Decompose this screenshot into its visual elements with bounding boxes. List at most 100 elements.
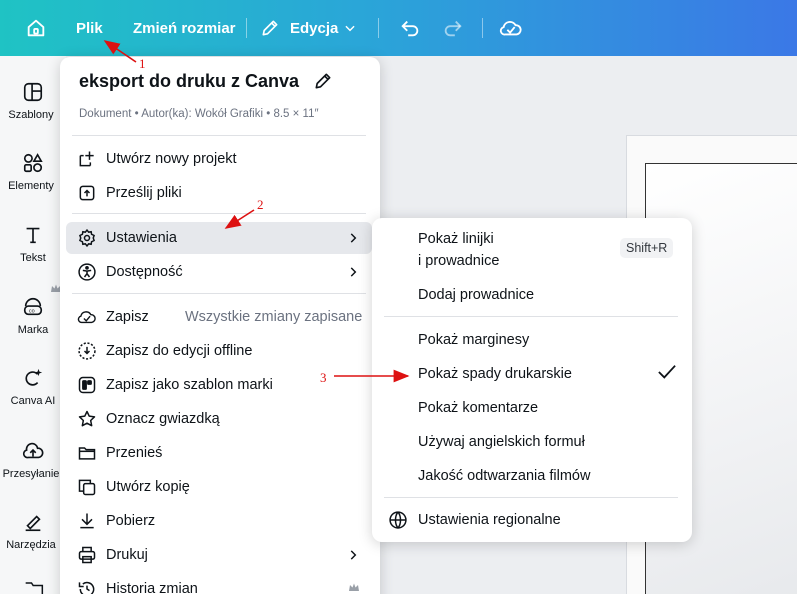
sidebar-item-label: Tekst (20, 252, 46, 264)
menu-item-upload-files[interactable]: Prześlij pliki (66, 177, 372, 209)
save-status: Wszystkie zmiany zapisane (185, 309, 363, 325)
menu-item-label: Utwórz kopię (106, 479, 190, 495)
file-menu: eksport do druku z Canva Dokument • Auto… (60, 57, 380, 594)
copy-icon (78, 479, 96, 496)
submenu-item-show-comments[interactable]: Pokaż komentarze (418, 400, 538, 416)
toolbar-divider (378, 18, 379, 38)
submenu-item-show-print-bleed[interactable]: Pokaż spady drukarskie (418, 366, 572, 382)
projects-icon[interactable] (24, 581, 44, 594)
menu-divider (72, 135, 366, 136)
pencil-icon[interactable] (313, 71, 333, 91)
menu-item-label: Historia zmian (106, 581, 198, 594)
offline-icon (78, 342, 96, 360)
submenu-item-label: Pokaż linijki (418, 231, 494, 247)
text-icon (26, 227, 40, 244)
left-sidebar: Szablony Elementy Tekst co Marka Canva A… (0, 56, 66, 594)
sidebar-item-elements[interactable]: Elementy (0, 152, 66, 192)
menu-item-label: Przenieś (106, 445, 163, 461)
menu-item-label: Zapisz (106, 309, 149, 325)
sidebar-item-canva-ai[interactable]: Canva AI (0, 367, 66, 407)
undo-icon[interactable] (399, 0, 421, 56)
submenu-item-show-margins[interactable]: Pokaż marginesy (418, 332, 529, 348)
menu-item-save-offline[interactable]: Zapisz do edycji offline (66, 335, 372, 367)
menu-item-label: Drukuj (106, 547, 148, 563)
new-project-icon (79, 151, 94, 167)
menu-divider (72, 213, 366, 214)
menu-item-label: Ustawienia (106, 230, 177, 246)
upload-files-icon (79, 185, 95, 201)
sidebar-item-label: Przesyłanie (2, 468, 60, 480)
tools-icon (25, 515, 41, 532)
accessibility-icon (78, 263, 96, 281)
resize-button[interactable]: Zmień rozmiar (133, 0, 236, 56)
submenu-item-english-formulas[interactable]: Używaj angielskich formuł (418, 434, 585, 450)
menu-item-label: Oznacz gwiazdką (106, 411, 220, 427)
settings-icon (78, 228, 96, 248)
chevron-down-icon[interactable] (343, 0, 357, 56)
download-icon (80, 513, 94, 529)
canva-ai-icon (25, 368, 43, 386)
menu-divider (384, 316, 678, 317)
menu-item-label: Dostępność (106, 264, 183, 280)
menu-item-history[interactable]: Historia zmian (66, 573, 372, 594)
menu-item-label: Zapisz do edycji offline (106, 343, 253, 359)
templates-icon (23, 82, 43, 102)
upload-icon (22, 442, 44, 459)
edit-mode-button[interactable]: Edycja (290, 0, 338, 56)
menu-divider (384, 497, 678, 498)
menu-item-star[interactable]: Oznacz gwiazdką (66, 403, 372, 435)
sidebar-item-brand[interactable]: co Marka (0, 296, 66, 336)
sidebar-item-upload[interactable]: Przesyłanie (0, 440, 66, 480)
keyboard-shortcut-badge: Shift+R (620, 238, 674, 258)
menu-item-label: Utwórz nowy projekt (106, 151, 237, 167)
file-menu-button[interactable]: Plik (76, 0, 103, 56)
home-icon[interactable] (25, 0, 47, 56)
submenu-item-video-quality[interactable]: Jakość odtwarzania filmów (418, 468, 590, 484)
menu-item-copy[interactable]: Utwórz kopię (66, 471, 372, 503)
menu-item-accessibility[interactable]: Dostępność (66, 256, 372, 288)
menu-item-label: Pobierz (106, 513, 156, 529)
sidebar-item-templates[interactable]: Szablony (0, 81, 66, 121)
settings-submenu: Pokaż linijki i prowadnice Shift+R Dodaj… (372, 218, 692, 542)
toolbar-divider (482, 18, 483, 38)
crown-icon (349, 583, 359, 591)
toolbar-divider (246, 18, 247, 38)
sidebar-item-label: Narzędzia (6, 539, 56, 551)
design-title[interactable]: eksport do druku z Canva (79, 71, 299, 92)
sidebar-item-tools[interactable]: Narzędzia (0, 511, 66, 551)
save-icon (77, 311, 96, 324)
menu-item-move[interactable]: Przenieś (66, 437, 372, 469)
menu-item-settings[interactable]: Ustawienia (66, 222, 372, 254)
chevron-right-icon (350, 233, 357, 243)
pencil-icon (260, 0, 280, 56)
checkmark-icon (658, 365, 676, 379)
submenu-item-show-rulers[interactable]: Pokaż linijki i prowadnice (418, 231, 499, 269)
brand-template-icon (78, 376, 96, 394)
menu-item-label: Zapisz jako szablon marki (106, 377, 273, 393)
sidebar-item-text[interactable]: Tekst (0, 224, 66, 264)
print-icon (78, 546, 96, 564)
design-meta: Dokument • Autor(ka): Wokół Grafiki • 8.… (79, 108, 319, 120)
menu-item-download[interactable]: Pobierz (66, 505, 372, 537)
cloud-saved-icon[interactable] (499, 0, 523, 56)
annotation-number: 3 (320, 370, 327, 385)
menu-item-new-project[interactable]: Utwórz nowy projekt (66, 143, 372, 175)
history-icon (78, 581, 95, 594)
chevron-right-icon (350, 550, 357, 560)
globe-icon (389, 511, 407, 530)
menu-item-label: Prześlij pliki (106, 185, 182, 201)
svg-text:co: co (29, 309, 35, 315)
elements-icon (23, 153, 43, 173)
menu-item-print[interactable]: Drukuj (66, 539, 372, 571)
submenu-item-add-guides[interactable]: Dodaj prowadnice (418, 287, 534, 303)
menu-item-save[interactable]: Zapisz Wszystkie zmiany zapisane (66, 301, 372, 333)
submenu-item-label: i prowadnice (418, 253, 500, 269)
brand-icon: co (23, 297, 43, 316)
sidebar-item-label: Canva AI (10, 395, 56, 407)
redo-icon[interactable] (442, 0, 464, 56)
folder-icon (78, 447, 96, 460)
top-toolbar: Plik Zmień rozmiar Edycja (0, 0, 797, 56)
submenu-item-regional-settings[interactable]: Ustawienia regionalne (418, 512, 561, 528)
sidebar-item-label: Szablony (8, 109, 54, 121)
chevron-right-icon (350, 267, 357, 277)
